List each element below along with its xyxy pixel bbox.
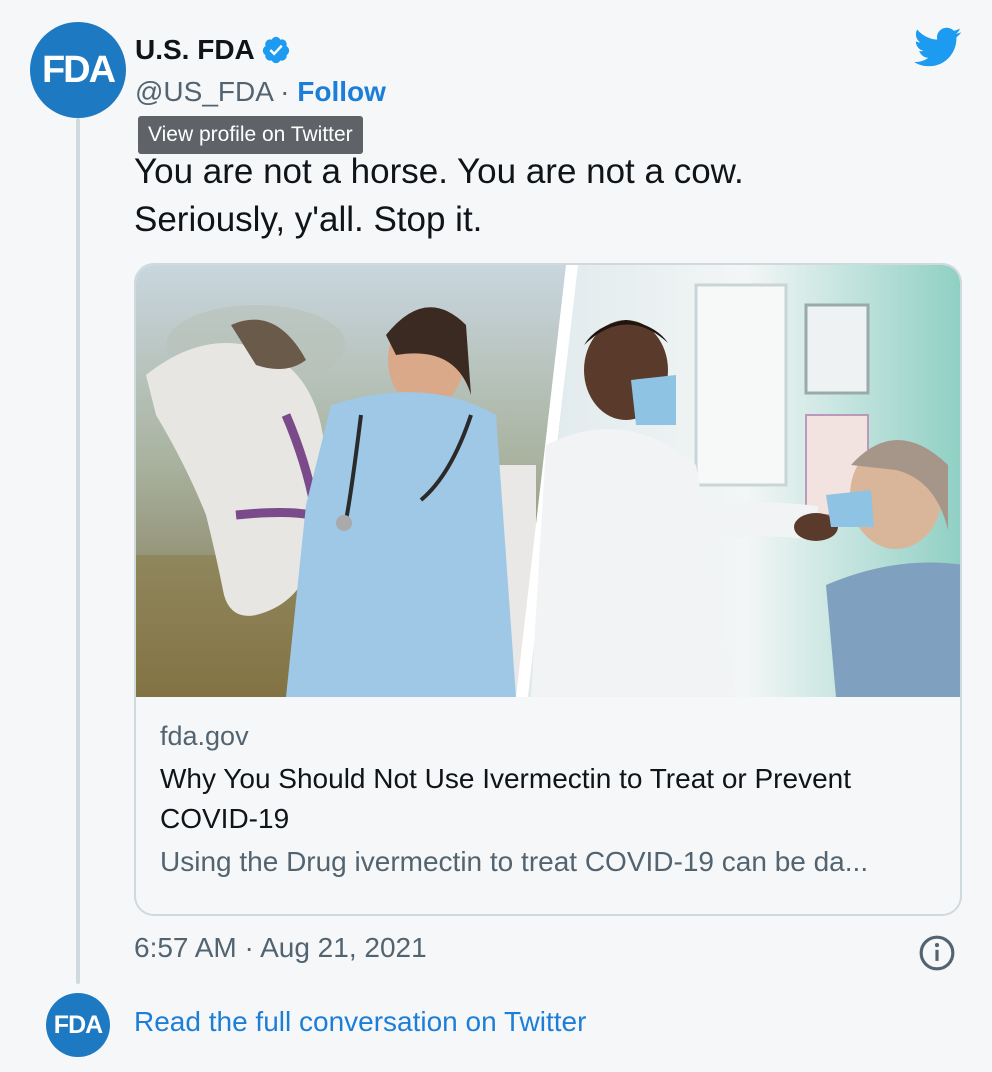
avatar-logo-text: FDA [41,48,116,91]
link-title: Why You Should Not Use Ivermectin to Tre… [160,763,852,834]
handle-separator: · [272,76,298,107]
preview-photo-illustration [136,265,960,697]
link-domain: fda.gov [160,721,249,751]
tweet-text-line-1: You are not a horse. You are not a cow. [134,152,744,191]
link-description: Using the Drug ivermectin to treat COVID… [160,846,869,877]
verified-badge-icon [262,36,289,64]
link-preview-meta: fda.gov Why You Should Not Use Ivermecti… [160,715,936,883]
link-preview-card[interactable]: fda.gov Why You Should Not Use Ivermecti… [134,263,962,916]
tweet-text: You are not a horse. You are not a cow. … [134,148,954,244]
author-avatar[interactable]: FDA [30,22,126,118]
follow-button[interactable]: Follow [297,76,386,107]
info-icon[interactable] [918,934,956,972]
thread-line [76,118,80,984]
author-handle[interactable]: @US_FDA [135,76,272,107]
profile-tooltip: View profile on Twitter [138,116,363,154]
author-handle-row: @US_FDA · Follow [135,76,386,108]
link-preview-image [136,265,960,697]
tweet-text-line-2: Seriously, y'all. Stop it. [134,200,483,239]
author-name[interactable]: U.S. FDA [135,34,255,66]
author-name-row[interactable]: U.S. FDA [135,34,291,66]
twitter-bird-icon[interactable] [912,26,962,68]
tweet-embed: FDA U.S. FDA @US_FDA · Follow You are no… [0,0,992,1072]
read-full-conversation-link[interactable]: Read the full conversation on Twitter [134,1006,586,1038]
footer-avatar[interactable]: FDA [46,993,110,1057]
tweet-timestamp[interactable]: 6:57 AM · Aug 21, 2021 [134,932,427,964]
footer-avatar-logo-text: FDA [53,1010,103,1039]
